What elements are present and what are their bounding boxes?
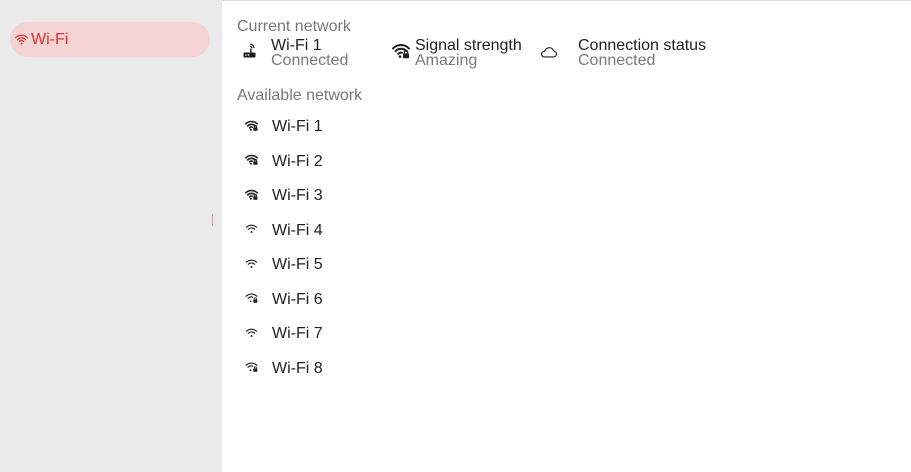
current-network-status: Connected	[271, 52, 349, 69]
connection-status-info: Connection status Connected	[578, 38, 706, 69]
signal-strength-value: Amazing	[415, 52, 478, 69]
list-item[interactable]: Wi-Fi 1	[237, 114, 637, 149]
current-network-info: Wi-Fi 1 Connected	[271, 38, 349, 69]
sidebar-item-label: Wi-Fi	[31, 30, 69, 48]
current-network-heading: Current network	[237, 18, 351, 35]
network-name: Wi-Fi 4	[272, 221, 323, 239]
sidebar-resize-handle[interactable]	[212, 214, 213, 226]
wifi-weak-icon	[244, 325, 258, 339]
network-name: Wi-Fi 2	[272, 152, 323, 170]
list-item[interactable]: Wi-Fi 5	[237, 252, 637, 287]
wifi-locked-medium-icon	[244, 360, 258, 374]
wifi-weak-icon	[244, 256, 258, 270]
wifi-icon	[14, 33, 28, 47]
connection-status-value: Connected	[578, 52, 656, 69]
list-item[interactable]: Wi-Fi 8	[237, 356, 637, 391]
main-content: Current network Wi-Fi 1 Connected Signal…	[222, 0, 911, 472]
sidebar-item-wifi[interactable]: Wi-Fi	[10, 22, 210, 57]
current-network-row: Wi-Fi 1 Connected Signal strength Amazin…	[237, 38, 887, 74]
wifi-locked-strong-icon	[244, 187, 258, 201]
list-item[interactable]: Wi-Fi 7	[237, 321, 637, 356]
available-network-heading: Available network	[237, 87, 363, 104]
list-item[interactable]: Wi-Fi 3	[237, 183, 637, 218]
network-name: Wi-Fi 7	[272, 325, 323, 342]
list-item[interactable]: Wi-Fi 2	[237, 149, 637, 184]
signal-strength-info: Signal strength Amazing	[415, 38, 522, 69]
sidebar: Wi-Fi	[0, 0, 222, 472]
network-name: Wi-Fi 3	[272, 187, 323, 204]
network-name: Wi-Fi 6	[272, 290, 323, 308]
wifi-weak-icon	[244, 222, 258, 236]
network-name: Wi-Fi 1	[272, 118, 323, 135]
cloud-icon	[540, 43, 558, 61]
wifi-locked-strong-icon	[244, 153, 258, 167]
network-name: Wi-Fi 8	[272, 359, 323, 377]
router-icon	[240, 42, 258, 60]
available-network-list: Wi-Fi 1 Wi-Fi 2 Wi-Fi 3 Wi-Fi 4 Wi-Fi 5 …	[237, 114, 637, 390]
network-name: Wi-Fi 5	[272, 256, 323, 273]
wifi-locked-strong-icon	[244, 118, 258, 132]
list-item[interactable]: Wi-Fi 6	[237, 287, 637, 322]
wifi-signal-icon	[392, 42, 410, 60]
wifi-locked-medium-icon	[244, 291, 258, 305]
list-item[interactable]: Wi-Fi 4	[237, 218, 637, 253]
